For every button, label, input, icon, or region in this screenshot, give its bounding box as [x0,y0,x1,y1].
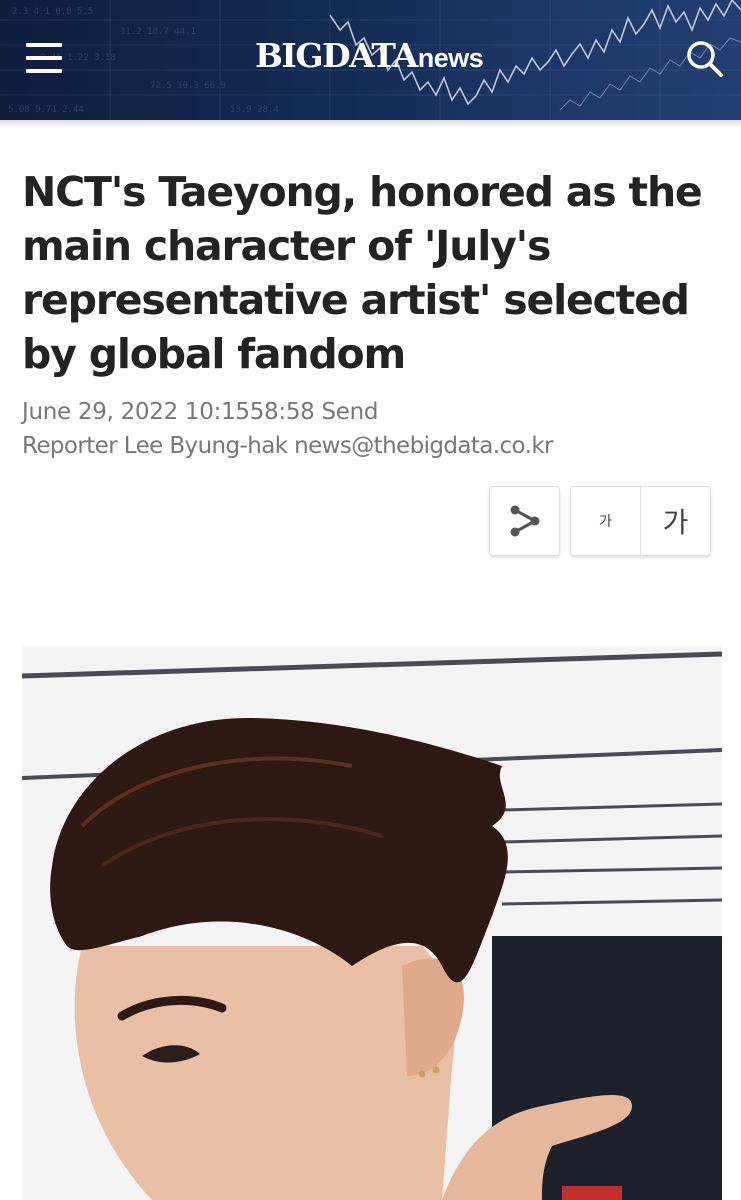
share-icon [510,505,539,537]
article-reporter: Reporter Lee Byung-hak news@thebigdata.c… [22,433,554,459]
article-photo [22,646,722,1200]
font-increase-button[interactable]: 가 [641,487,710,555]
hamburger-menu-icon [26,43,62,47]
font-decrease-button[interactable]: 가 [571,487,641,555]
site-logo[interactable]: BIGDATA news [255,36,484,80]
svg-text:13.9 28.4: 13.9 28.4 [230,105,279,115]
svg-text:2.3 4.1 0.8 5.5: 2.3 4.1 0.8 5.5 [12,7,93,17]
search-button[interactable] [683,38,725,80]
photo-illustration [22,646,722,1200]
font-size-controls: 가 가 [570,486,711,556]
logo-main-text: BIGDATA [255,36,418,75]
site-header: 2.3 4.1 0.8 5.5 31.2 18.7 44.1 0.45 1.22… [0,0,741,120]
article-date: June 29, 2022 10:1558:58 Send [22,399,379,425]
logo-sub-text: news [417,43,484,73]
article-title: NCT's Taeyong, honored as the main chara… [22,168,703,378]
header-divider [0,120,741,128]
svg-text:72.5 10.3 66.9: 72.5 10.3 66.9 [150,81,226,91]
menu-button[interactable] [24,40,66,76]
share-button[interactable] [489,486,560,556]
svg-text:5.08 9.71 2.44: 5.08 9.71 2.44 [8,105,84,115]
svg-text:31.2 18.7 44.1: 31.2 18.7 44.1 [120,27,196,37]
search-icon [687,41,723,77]
